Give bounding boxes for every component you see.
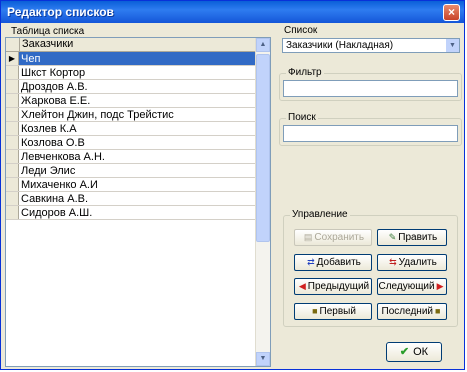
table-cell: Козлев К.А <box>21 123 77 135</box>
table-row[interactable]: Жаркова Е.Е. <box>6 94 256 108</box>
table-row[interactable]: ▶ Чеп <box>6 52 256 66</box>
next-button[interactable]: Следующий ▶ <box>377 278 447 295</box>
table-row[interactable]: Леди Элис <box>6 164 256 178</box>
first-label: Первый <box>319 306 356 317</box>
first-icon: ■ <box>312 306 318 316</box>
row-indicator <box>6 178 19 191</box>
edit-icon: ✎ <box>388 232 397 242</box>
search-group: Поиск <box>279 112 462 146</box>
save-button[interactable]: ▤ Сохранить <box>294 229 372 246</box>
table-cell: Сидоров А.Ш. <box>21 207 93 219</box>
list-grid[interactable]: Заказчики ▶ Чеп Шкст Кортор Дроздов А.В. Жар… <box>5 37 271 367</box>
first-button[interactable]: ■ Первый <box>294 303 372 320</box>
arrow-right-icon: ▶ <box>436 281 444 291</box>
last-button[interactable]: Последний ■ <box>377 303 447 320</box>
column-header-customers[interactable]: Заказчики <box>19 38 73 51</box>
scroll-up-button[interactable]: ▲ <box>256 38 270 52</box>
delete-label: Удалить <box>398 257 437 268</box>
table-cell: Шкст Кортор <box>21 67 86 79</box>
row-indicator: ▶ <box>6 52 19 65</box>
list-select-value: Заказчики (Накладная) <box>286 40 394 51</box>
delete-button[interactable]: ⇆ Удалить <box>377 254 447 271</box>
controls-label: Управление <box>290 209 350 220</box>
grid-header: Заказчики <box>6 38 256 52</box>
add-icon: ⇄ <box>307 257 315 267</box>
search-input[interactable] <box>283 125 458 142</box>
table-cell: Дроздов А.В. <box>21 81 88 93</box>
delete-icon: ⇆ <box>389 257 397 267</box>
table-row[interactable]: Шкст Кортор <box>6 66 256 80</box>
list-editor-window: Редактор списков × Таблица списка Заказч… <box>0 0 465 370</box>
table-row[interactable]: Хлейтон Джин, подс Трейстис <box>6 108 256 122</box>
row-indicator <box>6 206 19 219</box>
row-indicator <box>6 192 19 205</box>
previous-button[interactable]: ◀ Предыдущий <box>294 278 372 295</box>
chevron-down-icon[interactable]: ▼ <box>446 39 459 52</box>
table-row[interactable]: Козлова О.В <box>6 136 256 150</box>
table-row[interactable]: Козлев К.А <box>6 122 256 136</box>
ok-label: ОК <box>413 346 429 358</box>
vertical-scrollbar[interactable]: ▲ ▼ <box>255 38 270 366</box>
row-indicator <box>6 164 19 177</box>
scroll-down-button[interactable]: ▼ <box>256 352 270 366</box>
table-cell: Савкина А.В. <box>21 193 89 205</box>
edit-button[interactable]: ✎ Править <box>377 229 447 246</box>
row-indicator <box>6 136 19 149</box>
search-label: Поиск <box>286 112 318 123</box>
table-cell: Хлейтон Джин, подс Трейстис <box>21 109 174 121</box>
save-label: Сохранить <box>314 232 365 243</box>
previous-label: Предыдущий <box>307 281 370 292</box>
row-indicator <box>6 108 19 121</box>
last-label: Последний <box>381 306 434 317</box>
table-cell: Козлова О.В <box>21 137 85 149</box>
close-icon: × <box>447 5 455 19</box>
chevron-down-icon: ▼ <box>259 355 267 362</box>
save-icon: ▤ <box>303 232 313 242</box>
filter-group: Фильтр <box>279 67 462 101</box>
row-indicator <box>6 122 19 135</box>
list-label: Список <box>284 25 318 36</box>
table-caption: Таблица списка <box>11 26 85 37</box>
filter-label: Фильтр <box>286 67 324 78</box>
table-row[interactable]: Савкина А.В. <box>6 192 256 206</box>
row-indicator <box>6 66 19 79</box>
window-title: Редактор списков <box>7 5 114 19</box>
checkmark-icon: ✔ <box>399 346 410 358</box>
scroll-thumb[interactable] <box>256 54 270 242</box>
add-label: Добавить <box>316 257 361 268</box>
table-row[interactable]: Левченкова А.Н. <box>6 150 256 164</box>
add-button[interactable]: ⇄ Добавить <box>294 254 372 271</box>
filter-input[interactable] <box>283 80 458 97</box>
next-label: Следующий <box>378 281 435 292</box>
row-indicator <box>6 80 19 93</box>
list-select[interactable]: Заказчики (Накладная) ▼ <box>282 38 460 53</box>
table-row[interactable]: Михаченко А.И <box>6 178 256 192</box>
title-bar[interactable]: Редактор списков × <box>1 1 464 23</box>
table-cell: Чеп <box>21 53 41 65</box>
controls-group: Управление ▤ Сохранить ✎ Править ⇄ Добавить… <box>283 209 458 327</box>
table-row[interactable]: Дроздов А.В. <box>6 80 256 94</box>
close-button[interactable]: × <box>443 4 460 21</box>
ok-button[interactable]: ✔ ОК <box>386 342 442 362</box>
row-indicator <box>6 94 19 107</box>
edit-label: Править <box>398 232 438 243</box>
table-cell: Жаркова Е.Е. <box>21 95 91 107</box>
table-row[interactable]: Сидоров А.Ш. <box>6 206 256 220</box>
table-cell: Левченкова А.Н. <box>21 151 105 163</box>
chevron-up-icon: ▲ <box>259 41 267 48</box>
arrow-left-icon: ◀ <box>298 281 306 291</box>
row-indicator <box>6 150 19 163</box>
last-icon: ■ <box>435 306 441 316</box>
table-cell: Михаченко А.И <box>21 179 98 191</box>
table-cell: Леди Элис <box>21 165 76 177</box>
